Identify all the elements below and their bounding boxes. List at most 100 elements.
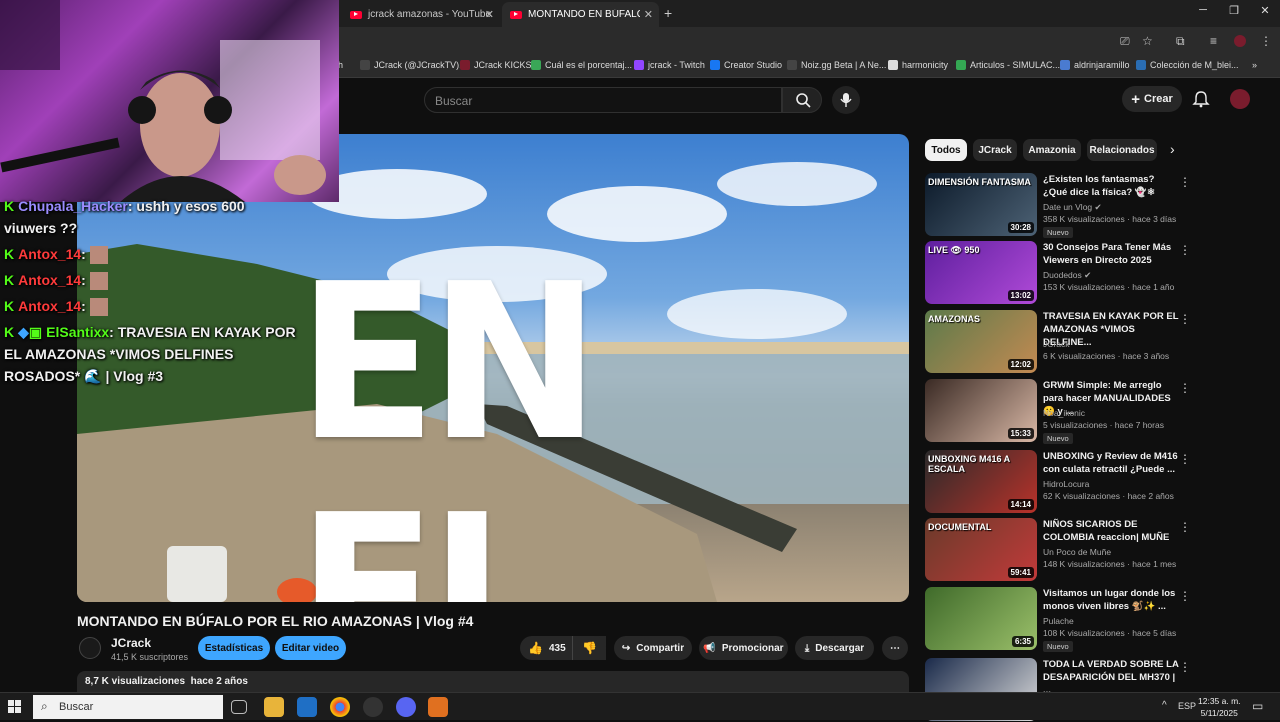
notifications-icon[interactable]: ▭ — [1252, 699, 1263, 713]
video-thumbnail[interactable]: 15:33 — [925, 379, 1037, 442]
video-thumbnail[interactable]: LIVE 👁 950 13:02 — [925, 241, 1037, 304]
taskbar-search-input[interactable]: ⌕ Buscar — [33, 695, 223, 719]
recommendation-title[interactable]: 30 Consejos Para Tener Más Viewers en Di… — [1043, 241, 1181, 267]
recommendation-title[interactable]: NIÑOS SICARIOS DE COLOMBIA reaccion| MUÑ… — [1043, 518, 1181, 544]
voice-search-button[interactable] — [832, 86, 860, 114]
bookmark-item[interactable]: JCrack (@JCrackTV)... — [360, 60, 467, 70]
close-icon[interactable]: ✕ — [485, 8, 494, 21]
file-explorer-icon[interactable] — [264, 697, 284, 717]
youtube-icon — [510, 10, 522, 19]
recommendation-channel[interactable]: JCrack — [1043, 339, 1069, 349]
more-options-icon[interactable]: ⋮ — [1179, 243, 1191, 257]
description-box[interactable]: 8,7 K visualizaciones hace 2 años — [77, 671, 909, 693]
more-options-icon[interactable]: ⋮ — [1179, 452, 1191, 466]
more-options-icon[interactable]: ⋮ — [1179, 312, 1191, 326]
recommendation-title[interactable]: UNBOXING y Review de M416 con culata ret… — [1043, 450, 1181, 476]
mic-icon — [840, 93, 852, 107]
bookmark-item[interactable]: Cuál es el porcentaj... — [531, 60, 632, 70]
profile-icon[interactable] — [1234, 35, 1246, 47]
more-options-icon[interactable]: ⋮ — [1179, 520, 1191, 534]
cast-icon[interactable]: ⎚ — [1120, 34, 1130, 49]
tab-youtube-search[interactable]: jcrack amazonas - YouTube ✕ — [342, 2, 500, 27]
create-button[interactable]: + Crear — [1122, 86, 1182, 112]
close-icon[interactable]: ✕ — [644, 8, 653, 21]
chip-relacionados[interactable]: Relacionados — [1087, 139, 1157, 161]
more-options-icon[interactable]: ⋮ — [1179, 589, 1191, 603]
restore-button[interactable]: ❐ — [1219, 4, 1249, 17]
app-icon[interactable] — [428, 697, 448, 717]
recommendation-card[interactable]: UNBOXING M416 A ESCALA 14:14 UNBOXING y Re… — [925, 450, 1195, 514]
menu-icon[interactable]: ⋮ — [1260, 34, 1272, 48]
recommendation-channel[interactable]: Pulache — [1043, 616, 1074, 626]
promote-button[interactable]: 📢 Promocionar — [699, 636, 788, 660]
channel-avatar[interactable] — [79, 637, 101, 659]
share-button[interactable]: ↪ Compartir — [614, 636, 692, 660]
bookmark-item[interactable]: Noiz.gg Beta | A Ne... — [787, 60, 886, 70]
channel-name[interactable]: JCrack — [111, 636, 151, 650]
subscriber-count: 41,5 K suscriptores — [111, 652, 189, 662]
close-window-button[interactable]: ✕ — [1250, 4, 1280, 17]
bookmark-item[interactable]: Colección de M_blei... — [1136, 60, 1239, 70]
avatar[interactable] — [1230, 89, 1250, 109]
chip-amazonia[interactable]: Amazonia — [1023, 139, 1081, 161]
download-button[interactable]: ⤓ Descargar — [795, 636, 874, 660]
video-thumbnail[interactable]: DOCUMENTAL 59:41 — [925, 518, 1037, 581]
tray-chevron-icon[interactable]: ^ — [1162, 700, 1167, 711]
discord-icon[interactable] — [396, 697, 416, 717]
bookmark-item[interactable]: JCrack KICKS — [460, 60, 532, 70]
recommendation-card[interactable]: AMAZONAS 12:02 TRAVESIA EN KAYAK POR EL AM… — [925, 310, 1195, 374]
bookmark-item[interactable]: jcrack - Twitch — [634, 60, 705, 70]
recommendation-channel[interactable]: Duodedos ✔ — [1043, 270, 1091, 281]
thumbnail-text: DIMENSIÓN FANTASMA — [928, 177, 1031, 187]
outlook-icon[interactable] — [297, 697, 317, 717]
language-indicator[interactable]: ESP — [1178, 701, 1196, 711]
bookmark-item[interactable]: Articulos - SIMULAC... — [956, 60, 1060, 70]
stats-button[interactable]: Estadísticas — [198, 636, 270, 660]
recommendation-channel[interactable]: Date un Vlog ✔ — [1043, 202, 1102, 213]
edit-video-button[interactable]: Editar video — [275, 636, 346, 660]
chat-username: Antox_14 — [18, 246, 82, 262]
more-options-icon[interactable]: ⋮ — [1179, 660, 1191, 674]
video-thumbnail[interactable]: 6:35 — [925, 587, 1037, 650]
more-actions-button[interactable]: ⋯ — [882, 636, 908, 660]
recommendation-channel[interactable]: Noa_ikonic — [1043, 408, 1085, 418]
video-thumbnail[interactable]: DIMENSIÓN FANTASMA 30:28 — [925, 173, 1037, 236]
bookmark-item[interactable]: harmonicity — [888, 60, 948, 70]
recommendation-card[interactable]: DIMENSIÓN FANTASMA 30:28 ¿Existen los fant… — [925, 173, 1195, 238]
recommendation-card[interactable]: LIVE 👁 950 13:02 30 Consejos Para Tener Má… — [925, 241, 1195, 305]
chip-todos[interactable]: Todos — [925, 139, 967, 161]
duration-badge: 14:14 — [1007, 499, 1034, 510]
recommendation-channel[interactable]: Un Poco de Muñe — [1043, 547, 1111, 557]
notifications-bell-icon[interactable] — [1192, 90, 1210, 108]
recommendation-channel[interactable]: HidroLocura — [1043, 479, 1089, 489]
extensions-icon[interactable]: ⧉ — [1176, 34, 1185, 49]
chrome-icon[interactable] — [330, 697, 350, 717]
bookmark-item[interactable]: Creator Studio — [710, 60, 782, 70]
new-badge: Nuevo — [1043, 433, 1073, 444]
recommendation-card[interactable]: 6:35 Visitamos un lugar donde los monos v… — [925, 587, 1195, 652]
new-tab-button[interactable]: + — [664, 5, 672, 21]
chevron-right-icon[interactable]: › — [1170, 141, 1175, 157]
tab-current-video[interactable]: MONTANDO EN BÚFALO POR EL ✕ — [502, 2, 659, 27]
more-bookmarks-icon[interactable]: » — [1252, 60, 1257, 70]
task-view-icon[interactable] — [231, 700, 247, 714]
reading-list-icon[interactable]: ≡ — [1210, 34, 1217, 48]
search-button[interactable] — [782, 87, 822, 113]
recommendation-title[interactable]: Visitamos un lugar donde los monos viven… — [1043, 587, 1181, 613]
bookmark-item[interactable]: aldrinjaramillo — [1060, 60, 1130, 70]
recommendation-title[interactable]: ¿Existen los fantasmas? ¿Qué dice la fís… — [1043, 173, 1181, 199]
star-icon[interactable]: ☆ — [1142, 34, 1153, 48]
minimize-button[interactable]: ─ — [1188, 4, 1218, 16]
recommendation-card[interactable]: DOCUMENTAL 59:41 NIÑOS SICARIOS DE COLOMBI… — [925, 518, 1195, 582]
more-options-icon[interactable]: ⋮ — [1179, 175, 1191, 189]
clock[interactable]: 12:35 a. m. 5/11/2025 — [1198, 695, 1241, 719]
dislike-button[interactable]: 👎 — [572, 636, 606, 660]
obs-icon[interactable] — [363, 697, 383, 717]
chip-jcrack[interactable]: JCrack — [973, 139, 1017, 161]
search-input[interactable]: Buscar — [424, 87, 782, 113]
windows-start-icon[interactable] — [8, 700, 22, 714]
video-thumbnail[interactable]: UNBOXING M416 A ESCALA 14:14 — [925, 450, 1037, 513]
video-thumbnail[interactable]: AMAZONAS 12:02 — [925, 310, 1037, 373]
recommendation-card[interactable]: 15:33 GRWM Simple: Me arreglo para hacer … — [925, 379, 1195, 444]
more-options-icon[interactable]: ⋮ — [1179, 381, 1191, 395]
